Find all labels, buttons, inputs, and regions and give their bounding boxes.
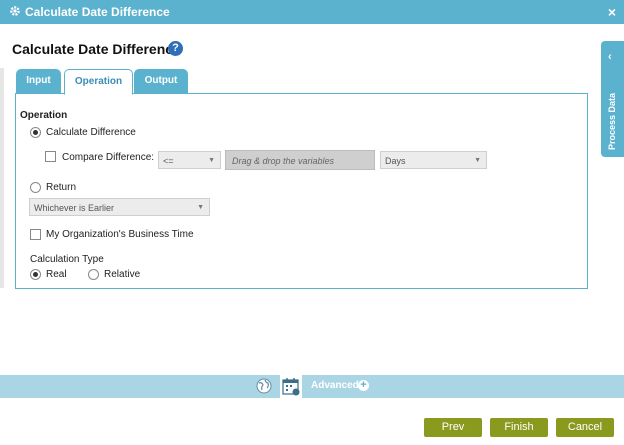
- return-value: Whichever is Earlier: [34, 203, 115, 213]
- calculate-difference-radio[interactable]: [30, 127, 41, 138]
- variables-dropzone[interactable]: Drag & drop the variables: [225, 150, 375, 170]
- plus-icon[interactable]: +: [358, 380, 369, 391]
- page-title: Calculate Date Difference: [12, 41, 181, 57]
- prev-button[interactable]: Prev: [424, 418, 482, 437]
- operator-select[interactable]: <= ▼: [158, 151, 221, 169]
- tab-operation[interactable]: Operation: [64, 69, 133, 95]
- relative-radio[interactable]: [88, 269, 99, 280]
- chevron-left-icon: ‹: [608, 51, 612, 63]
- return-select[interactable]: Whichever is Earlier ▼: [29, 198, 210, 216]
- advanced-label[interactable]: Advanced: [311, 380, 359, 391]
- return-label: Return: [46, 182, 77, 193]
- calendar-icon-container[interactable]: [280, 375, 302, 398]
- calculation-type-label: Calculation Type: [30, 254, 104, 265]
- real-label: Real: [46, 269, 67, 280]
- calculate-difference-label: Calculate Difference: [46, 127, 136, 138]
- window-title: Calculate Date Difference: [25, 5, 170, 19]
- chevron-down-icon: ▼: [208, 157, 215, 164]
- real-radio[interactable]: [30, 269, 41, 280]
- return-radio[interactable]: [30, 182, 41, 193]
- compare-difference-label: Compare Difference:: [62, 152, 155, 163]
- unit-value: Days: [385, 156, 406, 166]
- calendar-icon: [282, 378, 300, 396]
- operator-value: <=: [163, 156, 174, 166]
- business-time-label: My Organization's Business Time: [46, 229, 194, 240]
- chevron-down-icon: ▼: [197, 204, 204, 211]
- process-data-label: Process Data: [607, 92, 617, 150]
- business-time-checkbox[interactable]: [30, 229, 41, 240]
- cancel-button[interactable]: Cancel: [556, 418, 614, 437]
- left-edge-bar: [0, 68, 4, 288]
- process-data-tab[interactable]: ‹ Process Data: [601, 41, 624, 157]
- globe-icon[interactable]: [256, 378, 272, 394]
- help-icon[interactable]: ?: [168, 41, 183, 56]
- tab-output[interactable]: Output: [134, 69, 188, 93]
- unit-select[interactable]: Days ▼: [380, 151, 487, 169]
- close-icon[interactable]: ×: [608, 4, 616, 20]
- relative-label: Relative: [104, 269, 141, 280]
- advanced-bar: Advanced +: [0, 375, 624, 398]
- gear-icon: [10, 6, 20, 16]
- operation-section-label: Operation: [20, 110, 68, 121]
- title-bar: Calculate Date Difference ×: [0, 0, 624, 24]
- compare-difference-checkbox[interactable]: [45, 151, 56, 162]
- tab-input[interactable]: Input: [16, 69, 61, 93]
- finish-button[interactable]: Finish: [490, 418, 548, 437]
- chevron-down-icon: ▼: [474, 157, 481, 164]
